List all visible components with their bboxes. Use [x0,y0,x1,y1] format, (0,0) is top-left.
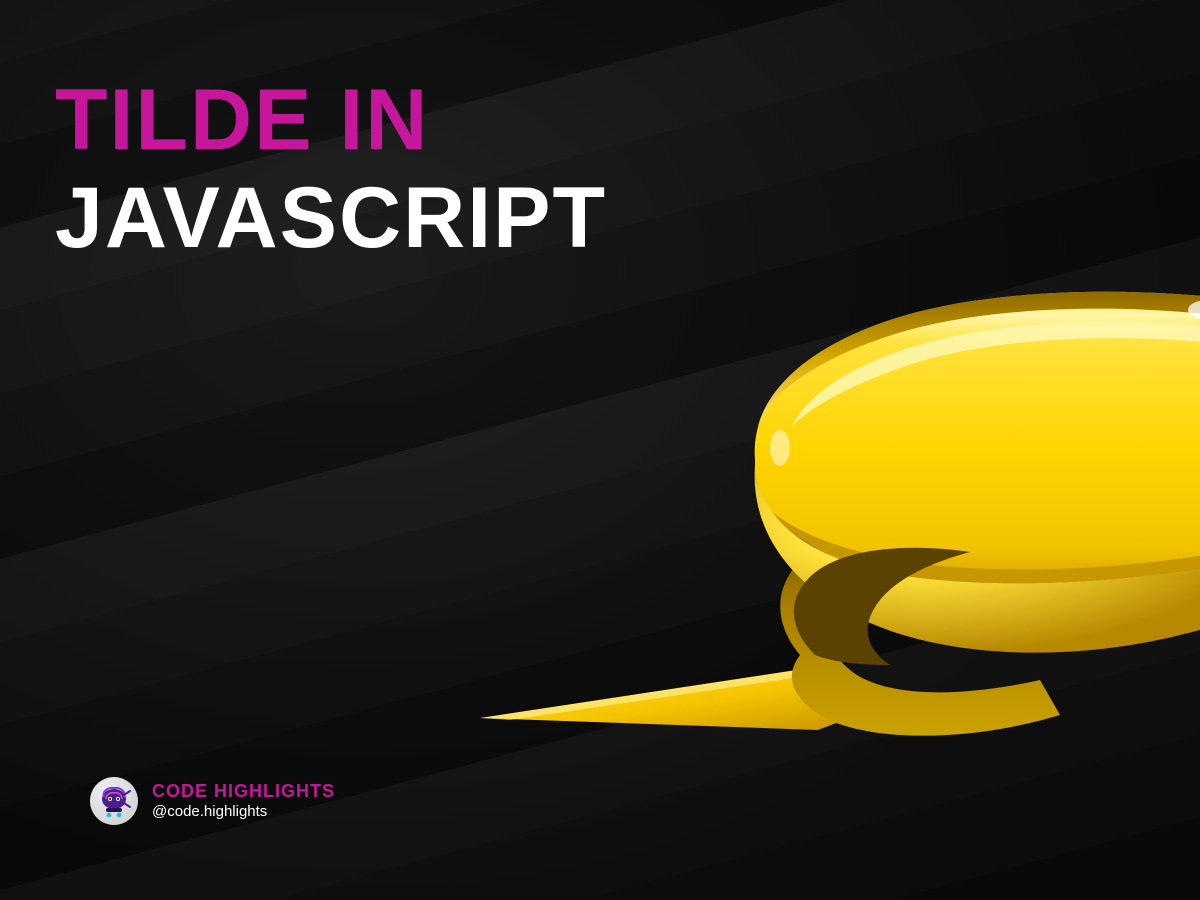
brand-block: CODE HIGHLIGHTS @code.highlights [90,777,335,825]
brand-handle: @code.highlights [152,803,335,821]
brand-avatar [90,777,138,825]
brand-text: CODE HIGHLIGHTS @code.highlights [152,781,335,821]
title-line-2: JAVASCRIPT [55,171,607,266]
title-line-1: TILDE IN [55,75,607,165]
ribbon-graphic [420,260,1200,820]
avatar-icon [94,781,134,821]
brand-name: CODE HIGHLIGHTS [152,781,335,803]
hero-title: TILDE IN JAVASCRIPT [55,75,607,266]
